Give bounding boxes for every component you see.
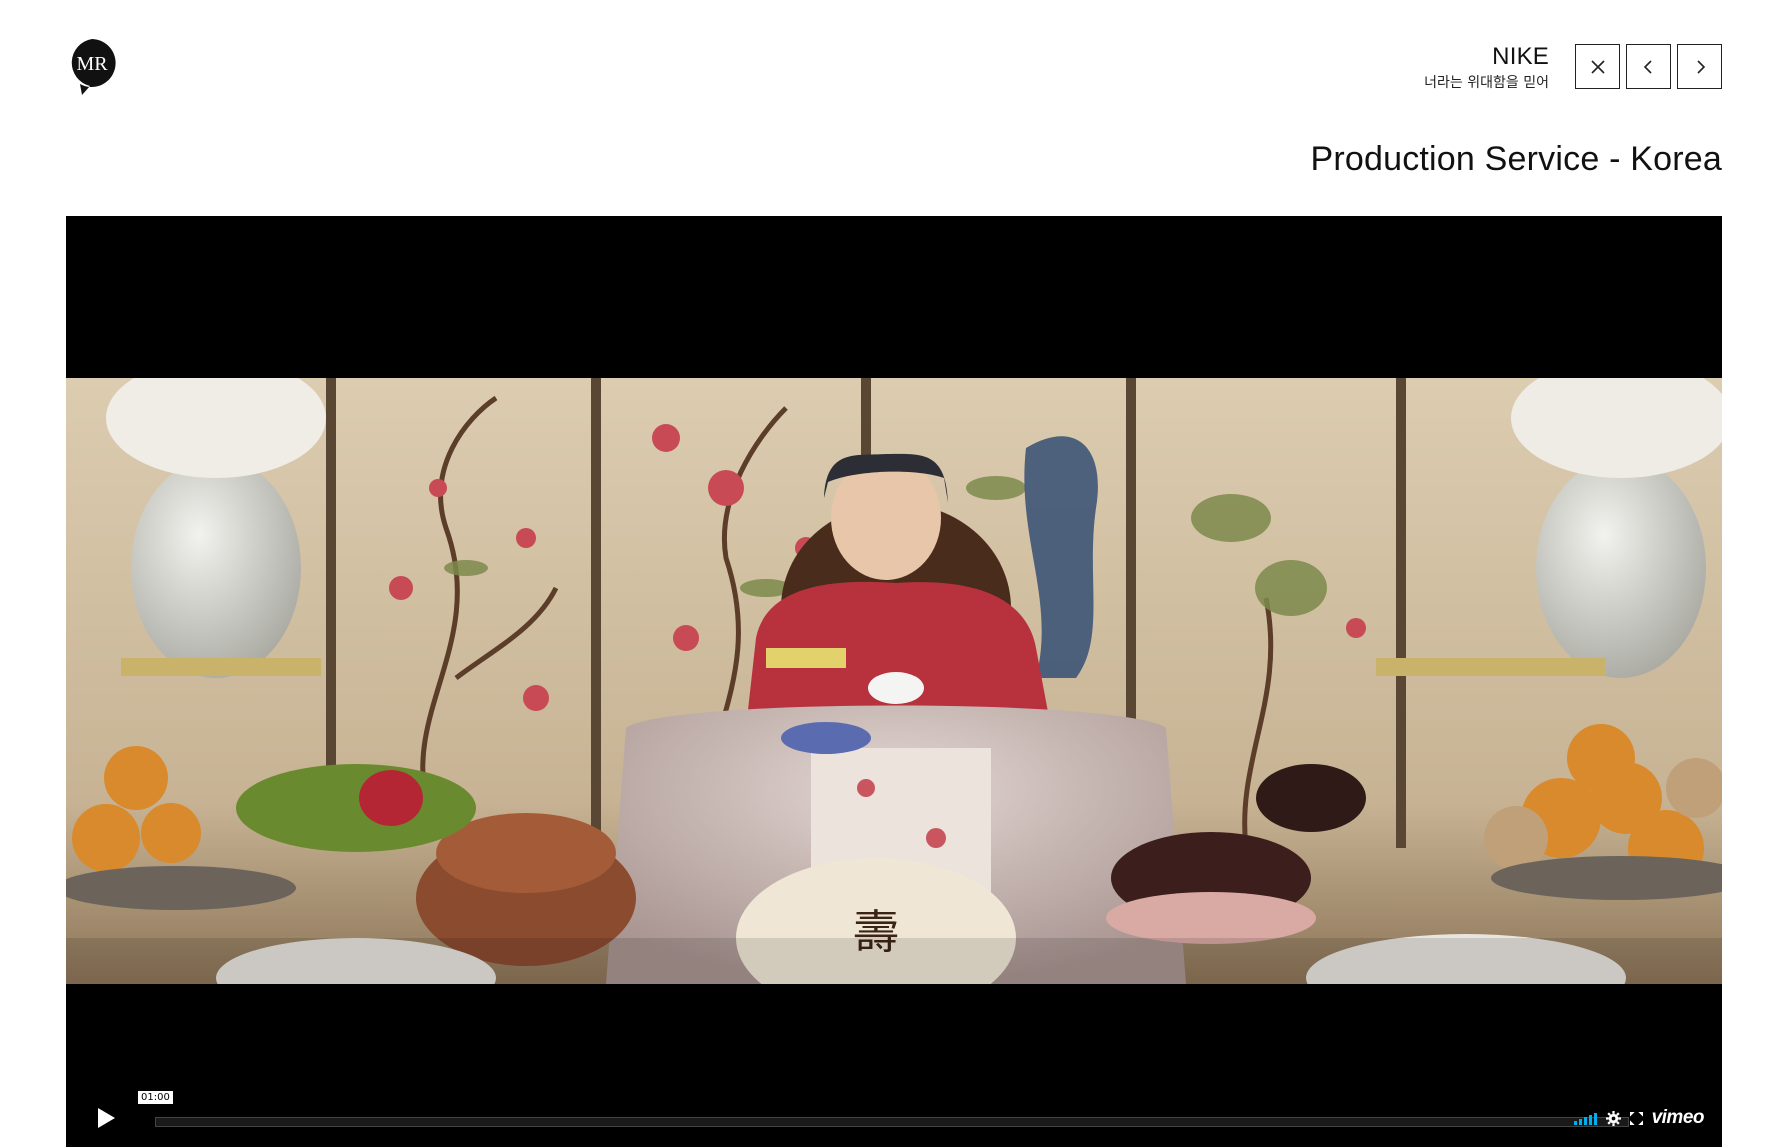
project-info: NIKE 너라는 위대함을 믿어 [1424, 42, 1549, 92]
video-still: 壽 [66, 378, 1722, 984]
chevron-left-icon [1643, 59, 1652, 74]
project-subtitle: 너라는 위대함을 믿어 [1424, 75, 1549, 91]
timecode-badge: 01:00 [138, 1091, 173, 1104]
player-controls: 01:00 vimeo [66, 1077, 1722, 1147]
vimeo-logo[interactable]: vimeo [1652, 1107, 1705, 1129]
logo[interactable]: MR [66, 37, 118, 97]
settings-icon[interactable] [1605, 1110, 1621, 1126]
previous-button[interactable] [1626, 44, 1671, 89]
logo-mark: MR [71, 39, 116, 95]
close-icon [1590, 59, 1605, 74]
player-right-controls: vimeo [1573, 1107, 1705, 1129]
page-title: Production Service - Korea [1310, 140, 1722, 178]
volume-icon[interactable] [1573, 1111, 1597, 1125]
chevron-right-icon [1696, 59, 1705, 74]
video-player[interactable]: 壽 01:00 vimeo [66, 216, 1722, 1147]
video-frame[interactable]: 壽 [66, 378, 1722, 984]
next-button[interactable] [1677, 44, 1722, 89]
logo-text: MR [76, 53, 108, 75]
play-button[interactable] [90, 1103, 120, 1133]
project-title: NIKE [1492, 43, 1549, 70]
fullscreen-icon[interactable] [1629, 1111, 1643, 1125]
play-icon [98, 1108, 115, 1128]
project-nav [1575, 44, 1722, 89]
close-button[interactable] [1575, 44, 1620, 89]
progress-bar[interactable] [155, 1117, 1629, 1127]
